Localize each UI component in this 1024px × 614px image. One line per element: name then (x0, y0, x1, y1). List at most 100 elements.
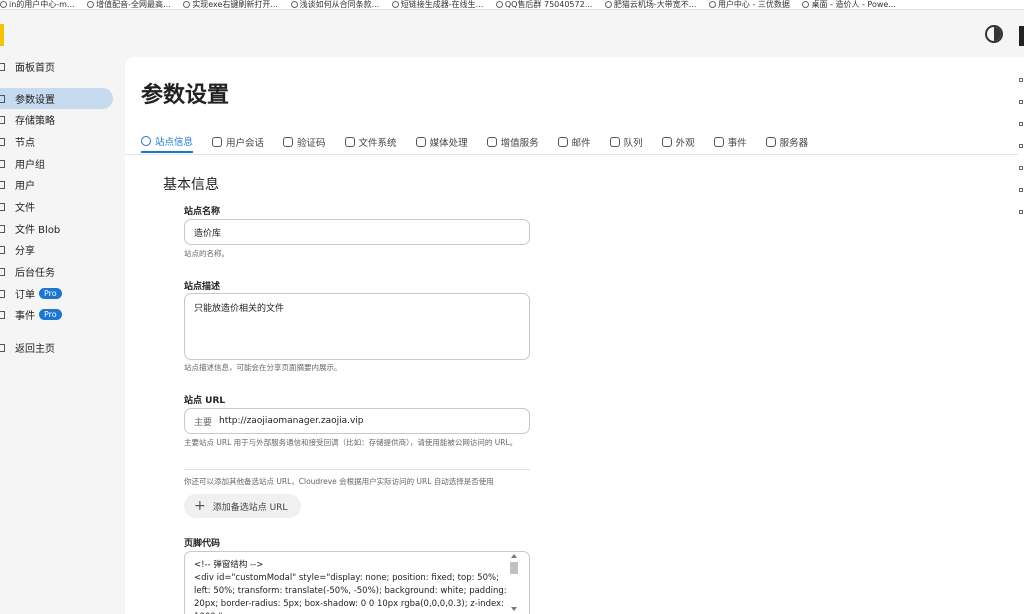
bookmark-item[interactable]: 浅谈如何从合同条款... (290, 0, 379, 9)
side-icon[interactable] (1019, 122, 1023, 126)
site-url-label: 站点 URL (184, 396, 226, 406)
blob-icon (0, 224, 5, 233)
app-bar (0, 10, 1024, 56)
bookmark-item[interactable]: 桌面 - 造价人 - Powe... (802, 0, 896, 9)
event-icon (713, 137, 724, 147)
site-desc-textarea[interactable]: 只能放造价相关的文件 (184, 293, 530, 360)
side-icon[interactable] (1019, 210, 1023, 214)
bookmark-item[interactable]: 实现exe右键刷新打开... (183, 0, 278, 9)
bookmark-item[interactable]: 肥猫云机场-大带宽不... (604, 0, 696, 9)
bookmark-item[interactable]: QQ售后群 75040572... (495, 0, 592, 9)
side-icon[interactable] (1019, 188, 1023, 192)
sidebar: 面板首页 参数设置 存储策略 节点 用户组 用户 文件 文件 Blob 分享 后… (0, 56, 120, 614)
tab-queue[interactable]: 队列 (609, 131, 643, 153)
task-icon (0, 267, 5, 276)
sidebar-item-orders[interactable]: 订单 Pro (0, 283, 113, 304)
right-side-panel (1018, 60, 1024, 614)
tab-events[interactable]: 事件 (713, 131, 747, 153)
site-name-helper: 站点的名称。 (184, 249, 229, 258)
order-icon (0, 289, 5, 298)
add-alt-url-button[interactable]: + 添加备选站点 URL (184, 494, 301, 518)
menu-icon[interactable] (1019, 26, 1024, 46)
server-icon (765, 137, 776, 147)
footer-code-label: 页脚代码 (184, 539, 221, 549)
bookmark-item[interactable]: in的用户中心-m... (0, 0, 75, 9)
tab-file-system[interactable]: 文件系统 (344, 131, 397, 153)
share-icon (0, 245, 5, 254)
settings-tabs: 站点信息 用户会话 验证码 文件系统 媒体处理 增值服务 邮件 队列 外观 事件… (141, 131, 827, 155)
side-icon[interactable] (1019, 78, 1023, 82)
bookmark-item[interactable]: 短链接生成器-在线生... (391, 0, 483, 9)
mail-icon (557, 137, 568, 147)
page-title: 参数设置 (141, 83, 230, 108)
scroll-down-icon[interactable] (511, 607, 517, 611)
bookmark-icon (604, 1, 612, 8)
code-scrollbar[interactable] (509, 554, 519, 614)
globe-icon (0, 1, 7, 8)
tab-user-session[interactable]: 用户会话 (212, 131, 264, 153)
sidebar-item-file-blob[interactable]: 文件 Blob (0, 218, 113, 239)
tab-media[interactable]: 媒体处理 (415, 131, 468, 153)
dollar-icon (486, 137, 497, 147)
code-line: <!-- 弹窗结构 --> (194, 560, 264, 570)
pro-badge: Pro (39, 288, 62, 299)
url-divider (184, 469, 530, 470)
sidebar-item-user-groups[interactable]: 用户组 (0, 153, 113, 174)
media-icon (415, 137, 426, 147)
tab-mail[interactable]: 邮件 (557, 131, 591, 153)
bookmarks-bar: in的用户中心-m... 增值配音-全网最高... 实现exe右键刷新打开...… (0, 0, 1024, 10)
node-icon (0, 137, 5, 146)
queue-icon (609, 137, 620, 147)
side-icon[interactable] (1019, 144, 1023, 148)
code-line: <div id="customModal" style="display: no… (194, 573, 507, 614)
tab-appearance[interactable]: 外观 (661, 131, 695, 153)
tab-server[interactable]: 服务器 (765, 131, 808, 153)
bookmark-icon (391, 1, 399, 8)
back-icon (0, 343, 5, 352)
scroll-thumb[interactable] (510, 562, 518, 574)
bookmark-item[interactable]: 增值配音-全网最高... (87, 0, 171, 9)
sidebar-item-files[interactable]: 文件 (0, 196, 113, 217)
site-name-label: 站点名称 (184, 207, 221, 217)
tab-site-info[interactable]: 站点信息 (141, 131, 194, 153)
bookmark-icon (290, 1, 298, 8)
tab-vas[interactable]: 增值服务 (486, 131, 539, 153)
side-icon[interactable] (1019, 100, 1023, 104)
bookmark-icon (708, 1, 716, 8)
settings-icon (0, 94, 5, 103)
file-icon (0, 202, 5, 211)
palette-icon (661, 137, 672, 147)
tabs-divider (125, 154, 1024, 155)
globe-icon (495, 1, 503, 8)
sidebar-item-nodes[interactable]: 节点 (0, 131, 113, 152)
plus-icon: + (194, 498, 206, 514)
section-title: 基本信息 (163, 177, 219, 193)
storage-icon (0, 115, 5, 124)
site-url-input[interactable]: 主要 http://zaojiaomanager.zaojia.vip (184, 408, 530, 434)
theme-toggle-icon[interactable] (985, 25, 1003, 43)
side-icon[interactable] (1019, 166, 1023, 170)
sidebar-item-back-home[interactable]: 返回主页 (0, 337, 113, 358)
sidebar-item-settings[interactable]: 参数设置 (0, 88, 113, 109)
sidebar-item-events[interactable]: 事件 Pro (0, 304, 113, 325)
sidebar-item-tasks[interactable]: 后台任务 (0, 261, 113, 282)
footer-code-textarea[interactable]: <!-- 弹窗结构 --> <div id="customModal" styl… (184, 551, 530, 614)
scroll-up-icon[interactable] (511, 554, 517, 558)
app-logo[interactable] (0, 24, 4, 46)
sidebar-item-dashboard[interactable]: 面板首页 (0, 56, 113, 77)
group-icon (0, 159, 5, 168)
pro-badge: Pro (39, 309, 62, 320)
site-desc-helper: 站点描述信息，可能会在分享页面摘要内展示。 (184, 363, 342, 372)
home-icon (0, 62, 5, 71)
user-session-icon (212, 137, 223, 147)
sidebar-item-users[interactable]: 用户 (0, 174, 113, 195)
bookmark-item[interactable]: 用户中心 - 三优数据 (708, 0, 790, 9)
site-name-input[interactable]: 造价库 (184, 219, 530, 245)
sidebar-item-storage-policy[interactable]: 存储策略 (0, 109, 113, 130)
globe-icon (802, 1, 810, 8)
site-desc-label: 站点描述 (184, 282, 221, 292)
globe-icon (87, 1, 95, 8)
sidebar-item-shares[interactable]: 分享 (0, 239, 113, 260)
bookmark-icon (183, 1, 191, 8)
tab-captcha[interactable]: 验证码 (283, 131, 326, 153)
